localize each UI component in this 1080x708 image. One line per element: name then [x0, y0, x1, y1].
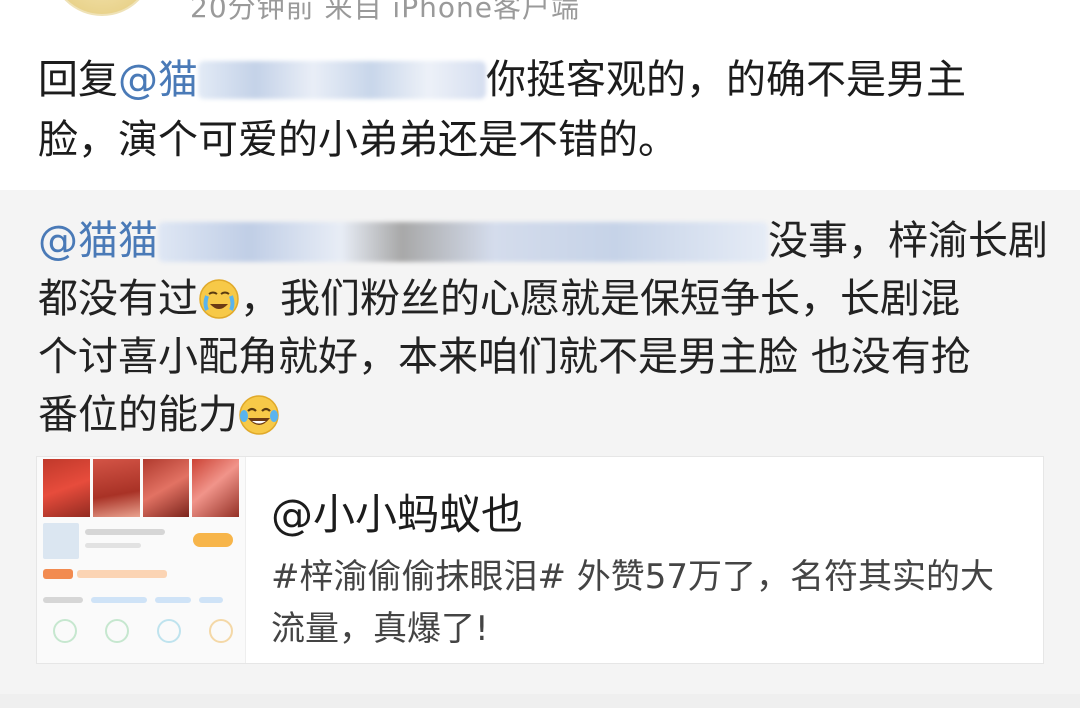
- thumb-photo: [192, 459, 239, 517]
- circle-icon: [105, 619, 129, 643]
- thumb-photo: [142, 459, 190, 517]
- quoted-line1: 没事，梓渝长剧: [768, 218, 1048, 264]
- reply-mention[interactable]: @猫: [118, 57, 198, 103]
- quoted-line4: 番位的能力: [38, 392, 238, 438]
- bottom-divider: [0, 694, 1080, 708]
- card-desc-line1: #梓渝偷偷抹眼泪# 外赞57万了，名符其实的大: [271, 557, 995, 597]
- thumb-profile-row: [43, 523, 239, 559]
- blurred-username: [158, 222, 768, 262]
- thumb-line: [43, 597, 83, 603]
- thumb-line: [91, 597, 147, 603]
- post-meta: 20分钟前 来自 iPhone客户端: [190, 0, 580, 24]
- thumb-photo: [92, 459, 140, 517]
- card-title[interactable]: @小小蚂蚁也: [271, 481, 523, 542]
- thumb-line: [155, 597, 191, 603]
- quoted-line2b: ，我们粉丝的心愿就是保短争长，长剧混: [240, 276, 960, 322]
- blurred-username: [198, 61, 486, 99]
- quoted-repost[interactable]: @猫猫 没事，梓渝长剧 都没有过 ，我们粉丝的心愿就是保短争长，长剧混 个讨喜小配…: [0, 190, 1080, 708]
- laughing-crying-emoji-icon: [238, 394, 280, 436]
- crying-emoji-icon: [198, 278, 240, 320]
- card-description: #梓渝偷偷抹眼泪# 外赞57万了，名符其实的大 流量，真爆了!: [271, 551, 1031, 655]
- thumb-tag: [43, 569, 73, 579]
- thumb-line: [85, 529, 165, 535]
- reply-line1: 你挺客观的，的确不是男主: [486, 57, 966, 103]
- avatar[interactable]: [50, 0, 154, 16]
- thumb-line: [199, 597, 223, 603]
- photo-strip: [43, 459, 239, 517]
- quoted-line3: 个讨喜小配角就好，本来咱们就不是男主脸 也没有抢: [38, 334, 971, 380]
- quoted-line2a: 都没有过: [38, 276, 198, 322]
- thumb-share-icons: [53, 619, 233, 645]
- quoted-text: @猫猫 没事，梓渝长剧 都没有过 ，我们粉丝的心愿就是保短争长，长剧混 个讨喜小配…: [38, 212, 1048, 444]
- circle-icon: [53, 619, 77, 643]
- reply-prefix: 回复: [38, 57, 118, 103]
- thumb-button: [193, 533, 233, 547]
- card-desc-line2: 流量，真爆了!: [271, 609, 489, 649]
- reply-line2: 脸，演个可爱的小弟弟还是不错的。: [38, 117, 678, 163]
- thumb-line: [77, 570, 167, 578]
- post-header: 20分钟前 来自 iPhone客户端: [0, 0, 1080, 40]
- thumb-line: [85, 543, 141, 548]
- link-card[interactable]: @小小蚂蚁也 #梓渝偷偷抹眼泪# 外赞57万了，名符其实的大 流量，真爆了!: [36, 456, 1044, 664]
- quoted-mention[interactable]: @猫猫: [38, 218, 158, 264]
- reply-text: 回复@猫 你挺客观的，的确不是男主 脸，演个可爱的小弟弟还是不错的。: [38, 50, 1048, 170]
- card-thumbnail: [37, 457, 246, 663]
- circle-icon: [157, 619, 181, 643]
- thumb-avatar: [43, 523, 79, 559]
- thumb-row: [43, 595, 233, 605]
- circle-icon: [209, 619, 233, 643]
- thumb-photo: [43, 459, 90, 517]
